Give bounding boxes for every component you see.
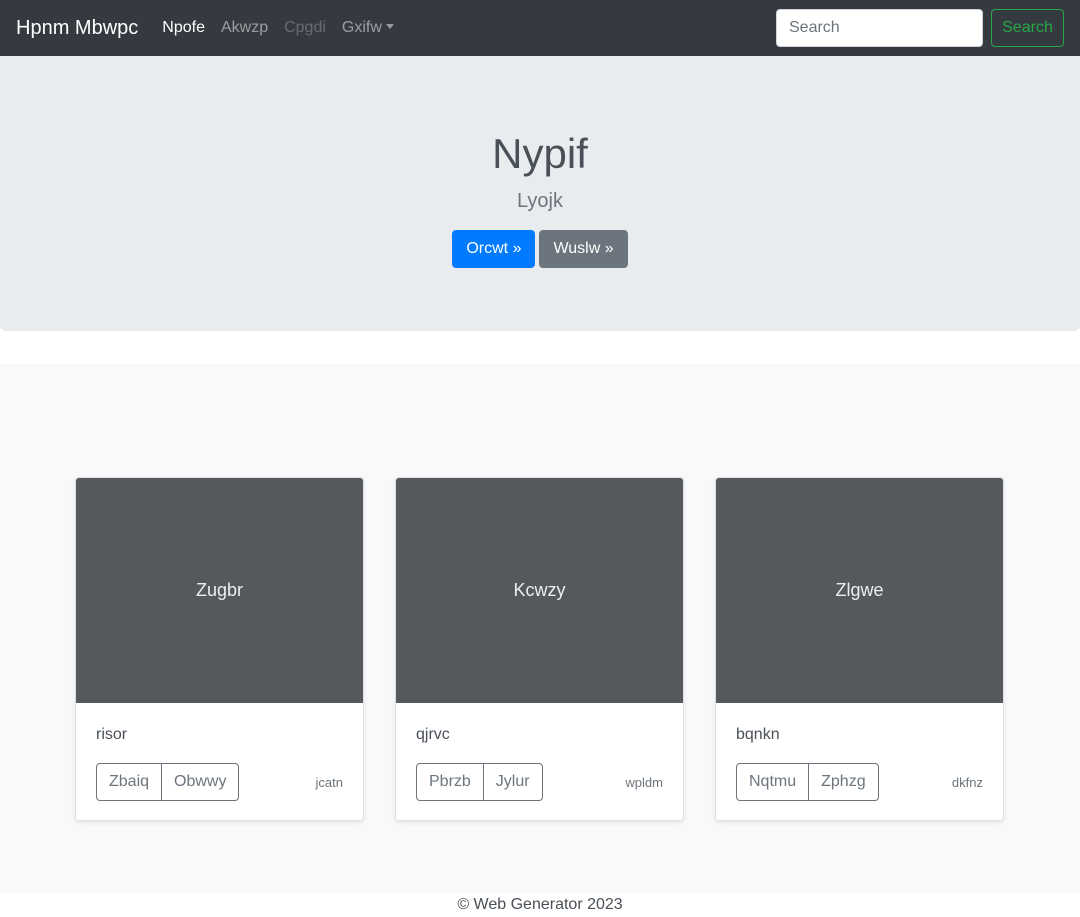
nav-links: Npofe Akwzp Cpgdi Gxifw xyxy=(162,19,410,37)
card: Kcwzy qjrvc Pbrzb Jylur wpldm xyxy=(395,477,684,821)
card-text: bqnkn xyxy=(736,726,780,743)
card-button-group: Zbaiq Obwwy xyxy=(96,763,240,801)
card-meta: dkfnz xyxy=(951,774,983,790)
card-text: qjrvc xyxy=(416,726,450,743)
nav-dropdown-label: Gxifw xyxy=(341,19,382,36)
search-form: Search xyxy=(776,9,1064,47)
card-text: risor xyxy=(96,726,128,743)
card-button-1[interactable]: Nqtmu xyxy=(736,763,810,801)
card-image-label: Zugbr xyxy=(195,580,244,600)
nav-link-npofe[interactable]: Npofe xyxy=(162,19,205,37)
card-body: qjrvc Pbrzb Jylur wpldm xyxy=(396,703,683,820)
card-image-placeholder: Zugbr xyxy=(76,478,363,703)
card-button-group: Pbrzb Jylur xyxy=(416,763,543,801)
card-image-label: Zlgwe xyxy=(835,580,884,600)
search-button[interactable]: Search xyxy=(991,9,1064,47)
navbar: Hpnm Mbwpc Npofe Akwzp Cpgdi Gxifw Searc… xyxy=(0,0,1080,56)
card-image-label: Kcwzy xyxy=(513,580,566,600)
card-actions: Pbrzb Jylur wpldm xyxy=(416,763,663,801)
hero-secondary-button[interactable]: Wuslw » xyxy=(539,230,628,268)
search-input[interactable] xyxy=(776,9,983,47)
card-button-2[interactable]: Jylur xyxy=(482,763,543,801)
hero-title: Nypif xyxy=(492,130,588,177)
footer: © Web Generator 2023 xyxy=(0,893,1080,917)
caret-down-icon xyxy=(385,24,394,29)
card-body: risor Zbaiq Obwwy jcatn xyxy=(76,703,363,820)
card: Zugbr risor Zbaiq Obwwy jcatn xyxy=(75,477,364,821)
card-button-1[interactable]: Pbrzb xyxy=(416,763,484,801)
nav-link-cpgdi: Cpgdi xyxy=(284,19,326,36)
nav-link-akwzp[interactable]: Akwzp xyxy=(221,19,268,37)
card-meta: wpldm xyxy=(625,774,663,790)
hero-jumbotron: Nypif Lyojk Orcwt » Wuslw » xyxy=(0,56,1080,331)
card-button-1[interactable]: Zbaiq xyxy=(96,763,163,801)
card-image-placeholder: Kcwzy xyxy=(396,478,683,703)
nav-dropdown-gxifw[interactable]: Gxifw xyxy=(342,19,394,37)
card: Zlgwe bqnkn Nqtmu Zphzg dkfnz xyxy=(715,477,1004,821)
card-actions: Zbaiq Obwwy jcatn xyxy=(96,763,343,801)
card-button-2[interactable]: Obwwy xyxy=(161,763,240,801)
navbar-brand[interactable]: Hpnm Mbwpc xyxy=(16,17,138,40)
hero-primary-button[interactable]: Orcwt » xyxy=(452,230,536,268)
footer-copyright: © Web Generator 2023 xyxy=(457,896,623,913)
card-button-group: Nqtmu Zphzg xyxy=(736,763,879,801)
hero-buttons: Orcwt » Wuslw » xyxy=(0,230,1080,268)
card-image-placeholder: Zlgwe xyxy=(716,478,1003,703)
card-actions: Nqtmu Zphzg dkfnz xyxy=(736,763,983,801)
hero-subtitle: Lyojk xyxy=(517,190,563,212)
album-section: Zugbr risor Zbaiq Obwwy jcatn Kcwzy qjrv… xyxy=(0,364,1080,893)
card-body: bqnkn Nqtmu Zphzg dkfnz xyxy=(716,703,1003,820)
card-meta: jcatn xyxy=(315,774,343,790)
card-button-2[interactable]: Zphzg xyxy=(808,763,879,801)
